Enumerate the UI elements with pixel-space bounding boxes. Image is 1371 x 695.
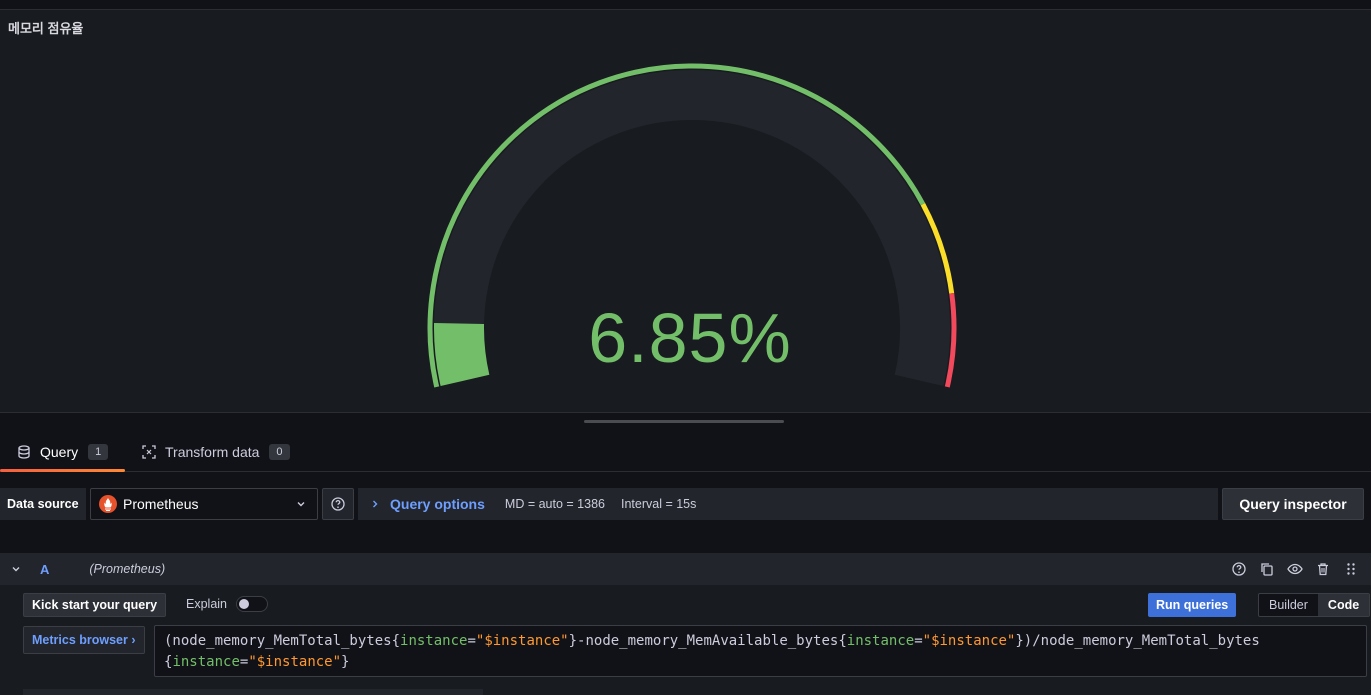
query-options-toggle[interactable]: Query options MD = auto = 1386 Interval …	[358, 488, 1218, 520]
explain-toggle[interactable]	[236, 596, 268, 612]
editor-line-1: (node_memory_MemTotal_bytes{instance="$i…	[164, 631, 1357, 652]
expr-token: =	[467, 633, 476, 649]
query-row-actions	[1231, 561, 1359, 577]
promql-editor[interactable]: (node_memory_MemTotal_bytes{instance="$i…	[154, 625, 1367, 677]
eye-icon[interactable]	[1287, 561, 1303, 577]
metrics-browser-button[interactable]: Metrics browser ›	[23, 626, 145, 654]
drag-handle-icon[interactable]	[1343, 561, 1359, 577]
expr-token: instance	[846, 633, 915, 649]
expr-token: =	[914, 633, 923, 649]
query-options-md: MD = auto = 1386	[504, 497, 605, 511]
kick-start-query-button[interactable]: Kick start your query	[23, 593, 167, 617]
query-datasource-name: (Prometheus)	[89, 562, 166, 576]
gauge-panel: 메모리 점유율 6.85%	[0, 10, 1371, 413]
datasource-help-button[interactable]	[322, 488, 354, 520]
chevron-right-icon	[373, 500, 378, 508]
expr-token: (node_memory_MemTotal_bytes{	[164, 633, 401, 649]
panel-resize-handle[interactable]	[584, 420, 784, 423]
prometheus-logo-icon	[99, 495, 117, 513]
toggle-knob	[239, 599, 249, 609]
query-row-header: A (Prometheus)	[0, 553, 1371, 585]
chevron-down-icon	[297, 502, 305, 507]
editor-mode-switch: Builder Code	[1258, 593, 1371, 617]
tab-query-count: 1	[88, 444, 109, 460]
run-queries-button[interactable]: Run queries	[1148, 593, 1237, 617]
query-options-interval: Interval = 15s	[620, 497, 697, 511]
expr-token: "$instance"	[475, 633, 569, 649]
expr-token: }-node_memory_MemAvailable_bytes{	[568, 633, 847, 649]
datasource-row: Data source Prometheus Query options MD …	[0, 488, 1371, 522]
explain-label: Explain	[186, 597, 227, 611]
datasource-label: Data source	[0, 488, 86, 520]
collapse-chevron-icon[interactable]	[10, 563, 22, 575]
question-circle-icon	[331, 497, 345, 511]
gauge-value: 6.85%	[588, 299, 792, 377]
expr-token: "$instance"	[922, 633, 1016, 649]
duplicate-icon[interactable]	[1259, 561, 1275, 577]
transform-icon	[141, 444, 157, 460]
datasource-selected: Prometheus	[123, 496, 199, 512]
tab-query-label: Query	[40, 444, 79, 460]
gauge-fill	[434, 322, 490, 387]
query-options-title: Query options	[390, 496, 485, 512]
expr-token: "$instance"	[248, 654, 342, 670]
expr-token: }	[341, 654, 350, 670]
query-hints-strip	[23, 689, 483, 695]
tab-transform-label: Transform data	[165, 444, 260, 460]
question-circle-icon[interactable]	[1231, 561, 1247, 577]
query-inspector-button[interactable]: Query inspector	[1222, 488, 1364, 520]
expr-token: })/node_memory_MemTotal_bytes	[1015, 633, 1260, 649]
mode-builder-button[interactable]: Builder	[1259, 594, 1318, 616]
datasource-picker[interactable]: Prometheus	[90, 488, 318, 520]
top-bar	[0, 0, 1371, 10]
editor-tabs: Query 1 Transform data 0	[0, 432, 1371, 472]
tab-query[interactable]: Query 1	[16, 432, 109, 472]
query-ref-id[interactable]: A	[40, 562, 49, 577]
trash-icon[interactable]	[1315, 561, 1331, 577]
tab-transform-data[interactable]: Transform data 0	[141, 432, 290, 472]
database-icon	[16, 444, 32, 460]
query-editor-body: Kick start your query Explain Run querie…	[0, 585, 1371, 695]
active-tab-underline	[0, 469, 125, 472]
editor-line-2: {instance="$instance"}	[164, 652, 1357, 673]
tab-transform-count: 0	[269, 444, 290, 460]
mode-code-button[interactable]: Code	[1317, 594, 1370, 616]
expr-token: instance	[400, 633, 468, 649]
expr-token: instance	[172, 654, 240, 670]
